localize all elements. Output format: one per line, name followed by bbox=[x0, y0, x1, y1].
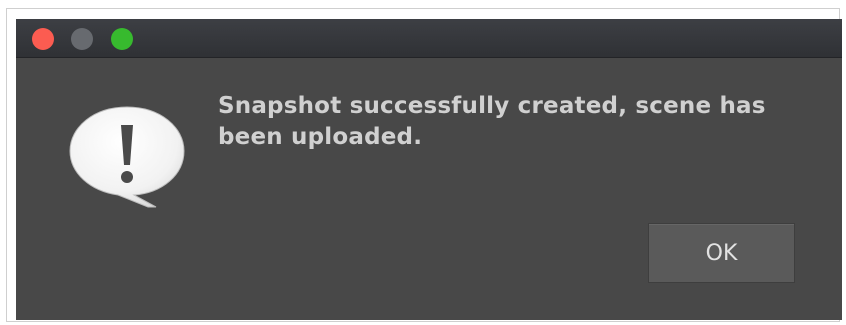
alert-speech-bubble-icon bbox=[69, 106, 185, 208]
minimize-window-button[interactable] bbox=[71, 28, 93, 50]
zoom-window-button[interactable] bbox=[111, 28, 133, 50]
close-window-button[interactable] bbox=[32, 28, 54, 50]
ok-button[interactable]: OK bbox=[648, 223, 795, 283]
title-bar[interactable] bbox=[16, 19, 842, 58]
alert-dialog-window: Snapshot successfully created, scene has… bbox=[16, 19, 842, 320]
alert-message: Snapshot successfully created, scene has… bbox=[218, 93, 766, 150]
